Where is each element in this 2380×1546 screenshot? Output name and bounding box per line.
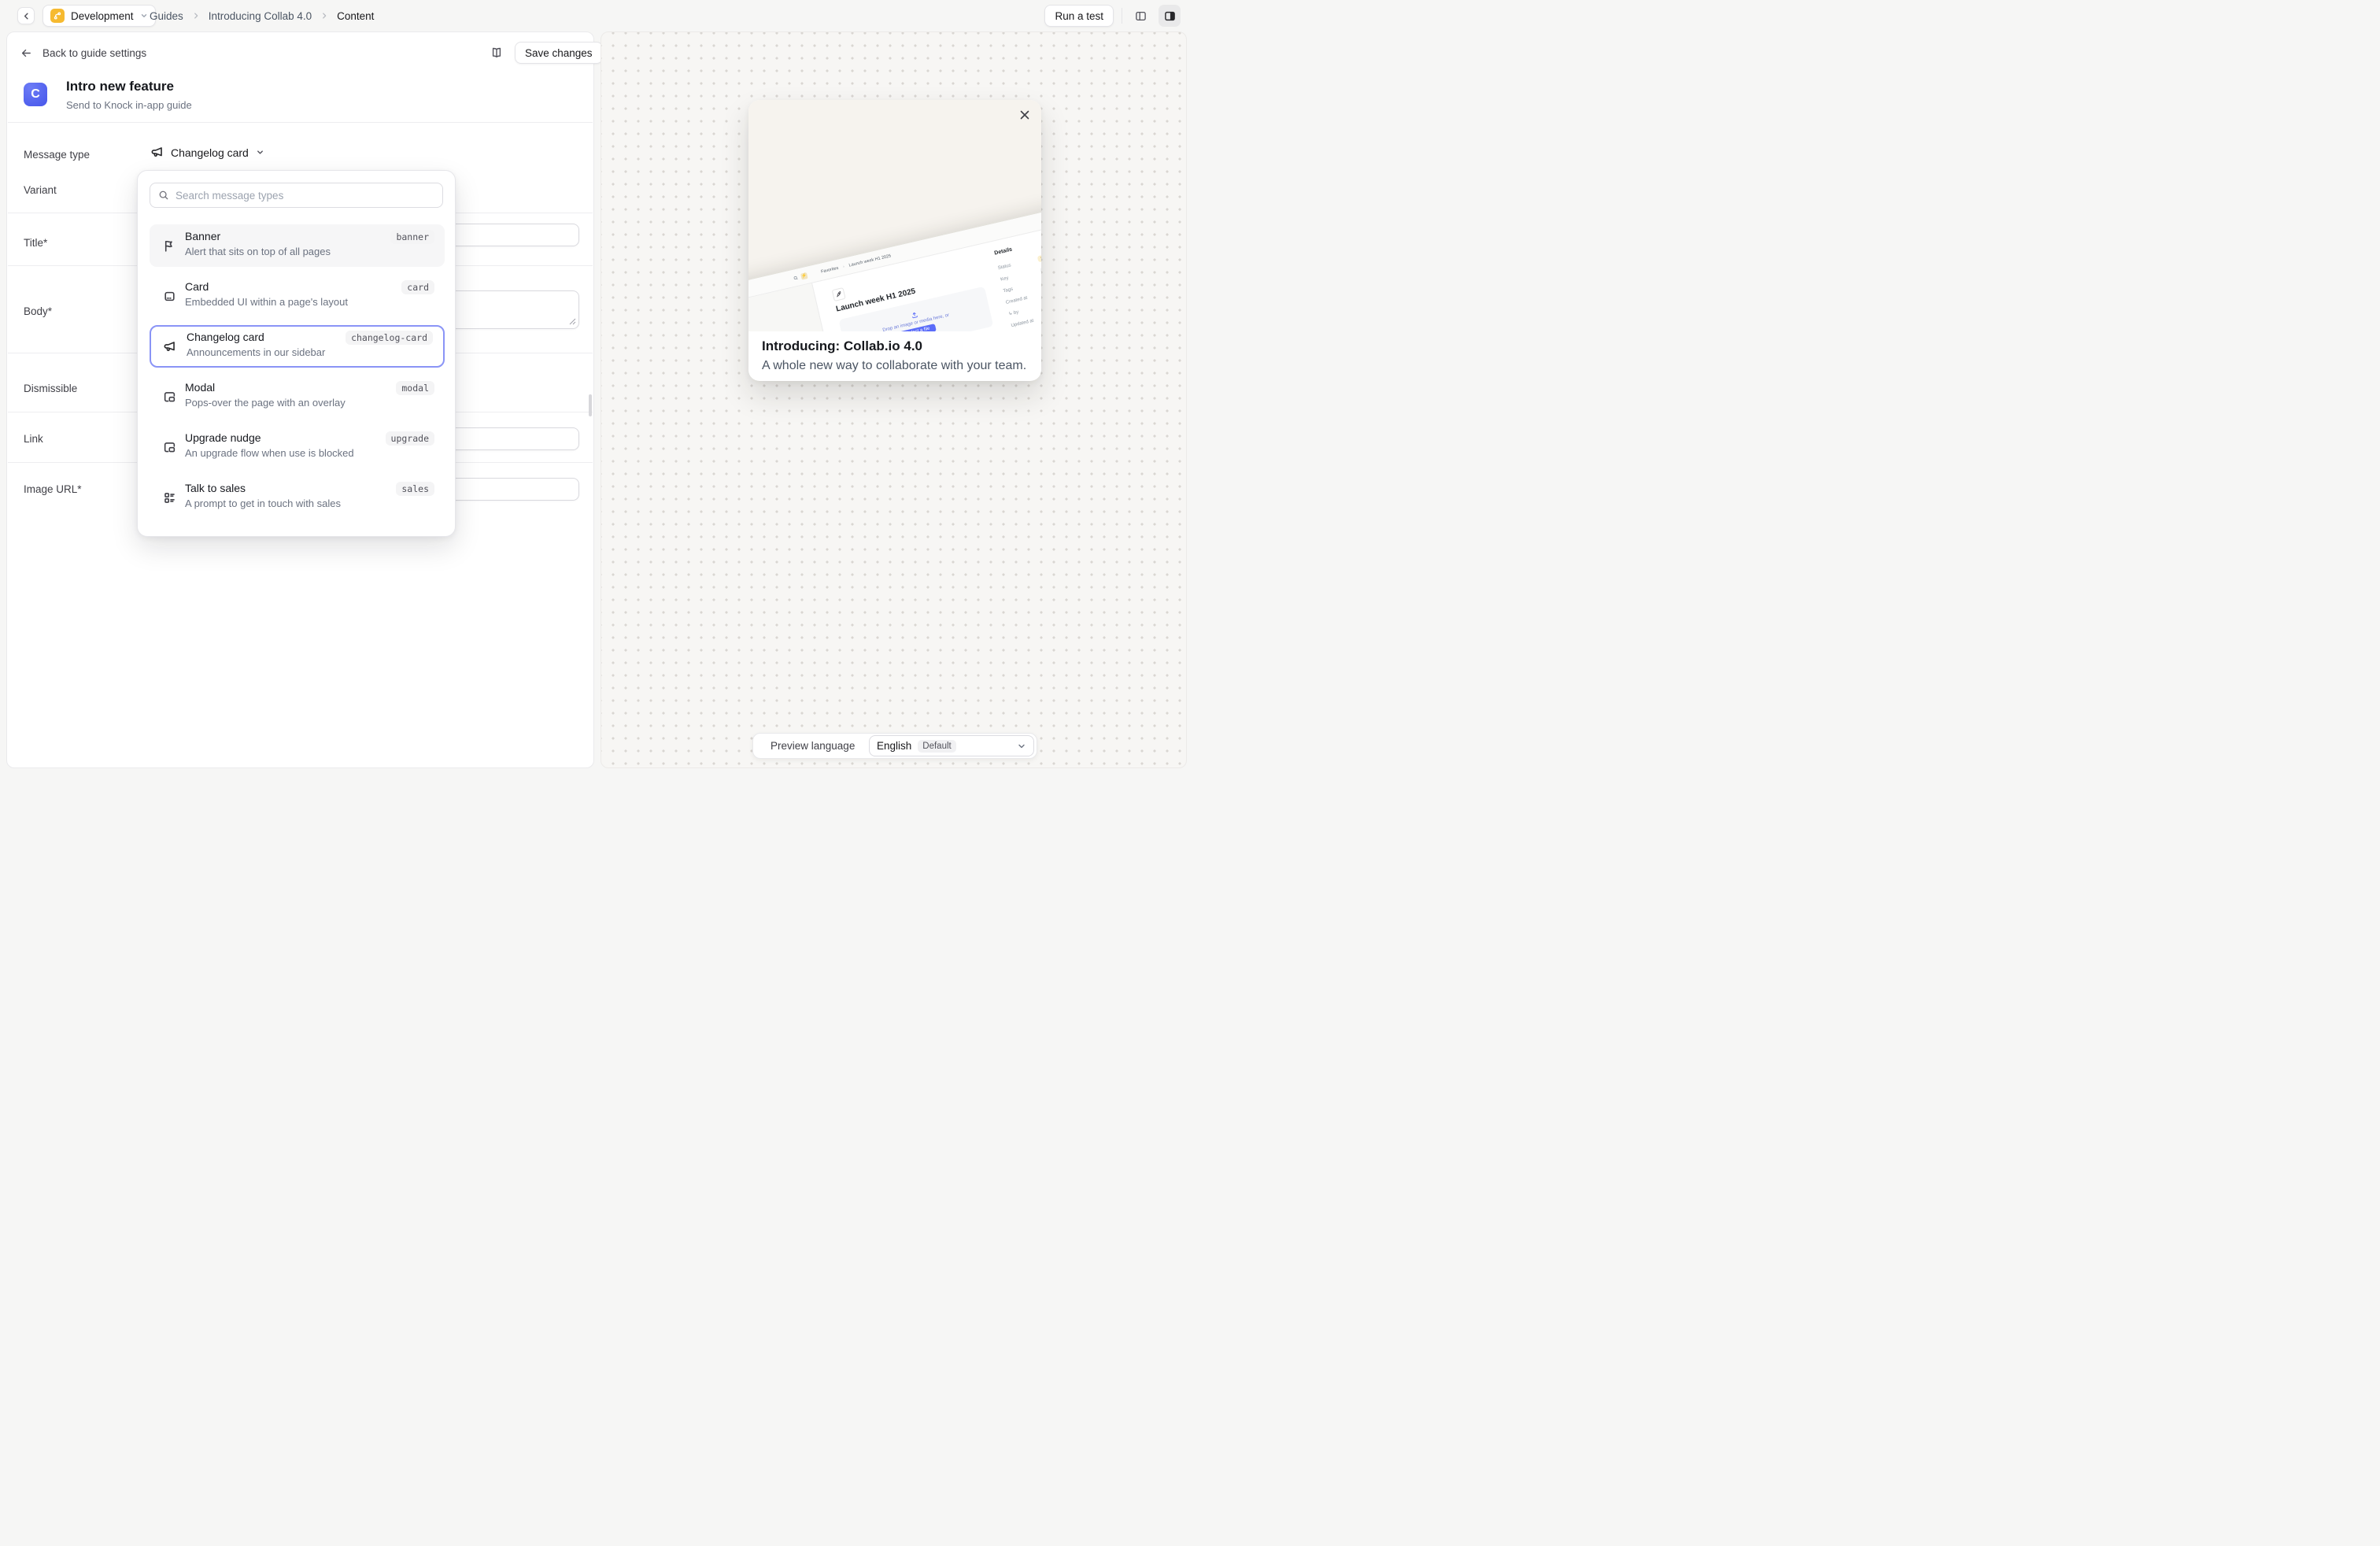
back-to-guide-settings-link[interactable]: Back to guide settings: [20, 43, 146, 62]
panel-left-icon: [1135, 10, 1147, 22]
modal-icon: [163, 390, 176, 404]
environment-name: Development: [71, 10, 134, 22]
preview-language-bar: Preview language English Default: [752, 733, 1037, 759]
item-key-badge: changelog-card: [346, 331, 433, 345]
message-type-select[interactable]: Changelog card: [150, 146, 264, 159]
history-back-button[interactable]: [17, 7, 35, 24]
environment-switcher[interactable]: Development: [42, 5, 156, 27]
item-description: Pops-over the page with an overlay: [185, 397, 346, 409]
body-field-label: Body*: [24, 305, 52, 317]
git-branch-icon: [50, 9, 65, 23]
mini-breadcrumb-favorites: Favorites: [820, 265, 838, 274]
item-description: An upgrade flow when use is blocked: [185, 447, 354, 459]
megaphone-icon: [163, 340, 176, 353]
link-field-label: Link: [24, 433, 43, 445]
variant-label: Variant: [24, 184, 57, 196]
item-title: Modal: [185, 381, 215, 394]
language-value: English: [877, 740, 911, 752]
dropdown-item-upgrade-nudge[interactable]: Upgrade nudge An upgrade flow when use i…: [150, 426, 445, 468]
book-open-icon: [490, 46, 503, 59]
panel-right-icon: [1164, 10, 1176, 22]
collab-app-screenshot: ⚡ Favorites › Launch week H1 2025 Share …: [748, 190, 1041, 331]
item-title: Upgrade nudge: [185, 431, 261, 444]
search-input[interactable]: [176, 190, 434, 202]
item-key-badge: card: [401, 280, 434, 294]
message-type-value: Changelog card: [171, 146, 249, 159]
mini-status-badge: ✎ Draft: [1037, 250, 1041, 262]
dropdown-item-card[interactable]: Card Embedded UI within a page's layout …: [150, 275, 445, 317]
item-key-badge: sales: [396, 482, 434, 496]
panel-scrollbar[interactable]: [589, 394, 592, 416]
flag-icon: [163, 239, 176, 253]
card-icon: [163, 290, 176, 303]
preview-language-select[interactable]: English Default: [869, 735, 1034, 756]
item-key-badge: modal: [396, 381, 434, 395]
section-divider: [8, 122, 593, 123]
preview-language-label: Preview language: [771, 740, 855, 752]
arrow-left-icon: [20, 47, 32, 59]
resize-handle-icon[interactable]: [569, 318, 576, 325]
title-field-label: Title*: [24, 237, 47, 249]
search-icon: [793, 275, 798, 280]
chevron-down-icon: [140, 12, 148, 20]
item-description: Embedded UI within a page's layout: [185, 296, 348, 308]
dropdown-item-talk-to-sales[interactable]: Talk to sales A prompt to get in touch w…: [150, 476, 445, 519]
item-description: Announcements in our sidebar: [187, 346, 325, 358]
item-key-badge: banner: [390, 230, 434, 244]
close-icon: [1019, 109, 1030, 120]
item-title: Card: [185, 280, 209, 293]
image-url-field-label: Image URL*: [24, 483, 82, 495]
breadcrumb-guides[interactable]: Guides: [150, 10, 183, 22]
message-type-dropdown: Banner Alert that sits on top of all pag…: [137, 170, 456, 537]
save-changes-button[interactable]: Save changes: [515, 42, 603, 64]
language-default-badge: Default: [918, 740, 955, 753]
preview-card-image: ⚡ Favorites › Launch week H1 2025 Share …: [748, 100, 1041, 331]
top-bar: Development Guides Introducing Collab 4.…: [0, 0, 1190, 31]
guide-avatar: C: [24, 83, 47, 106]
preview-close-button[interactable]: [1014, 105, 1035, 125]
preview-card: ⚡ Favorites › Launch week H1 2025 Share …: [748, 100, 1041, 381]
chevron-left-icon: [22, 12, 31, 20]
upgrade-icon: [163, 441, 176, 454]
upload-icon: [910, 310, 918, 319]
guide-subtitle: Send to Knock in-app guide: [66, 99, 192, 111]
breadcrumb: Guides Introducing Collab 4.0 Content: [150, 0, 374, 31]
sales-queue-icon: [163, 491, 176, 505]
rocket-icon: [832, 287, 846, 301]
item-description: A prompt to get in touch with sales: [185, 497, 341, 509]
chevron-down-icon: [256, 148, 264, 157]
preview-card-title: Introducing: Collab.io 4.0: [762, 338, 922, 354]
dismissible-label: Dismissible: [24, 383, 77, 394]
message-type-label: Message type: [24, 149, 90, 161]
item-key-badge: upgrade: [386, 431, 434, 446]
chevron-right-icon: [192, 12, 200, 20]
toggle-left-panel-button[interactable]: [1130, 6, 1151, 26]
back-to-guide-settings-label: Back to guide settings: [42, 47, 146, 59]
dropdown-item-changelog-card[interactable]: Changelog card Announcements in our side…: [150, 325, 445, 368]
item-description: Alert that sits on top of all pages: [185, 246, 331, 257]
preview-panel: ⚡ Favorites › Launch week H1 2025 Share …: [601, 31, 1187, 768]
guide-title: Intro new feature: [66, 79, 174, 94]
search-icon: [158, 190, 169, 201]
breadcrumb-guide-name[interactable]: Introducing Collab 4.0: [209, 10, 312, 22]
chevron-right-icon: [320, 12, 328, 20]
breadcrumb-content[interactable]: Content: [337, 10, 374, 22]
item-title: Changelog card: [187, 331, 264, 343]
preview-card-subtitle: A whole new way to collaborate with your…: [762, 359, 1026, 373]
toggle-right-panel-button[interactable]: [1159, 5, 1181, 27]
item-title: Talk to sales: [185, 482, 246, 494]
chevron-down-icon: [1017, 742, 1026, 751]
docs-button[interactable]: [486, 42, 508, 64]
megaphone-icon: [150, 146, 164, 159]
dropdown-item-banner[interactable]: Banner Alert that sits on top of all pag…: [150, 224, 445, 267]
item-title: Banner: [185, 230, 220, 242]
dropdown-item-modal[interactable]: Modal Pops-over the page with an overlay…: [150, 375, 445, 418]
message-type-search[interactable]: [150, 183, 443, 208]
run-a-test-button[interactable]: Run a test: [1044, 5, 1114, 27]
